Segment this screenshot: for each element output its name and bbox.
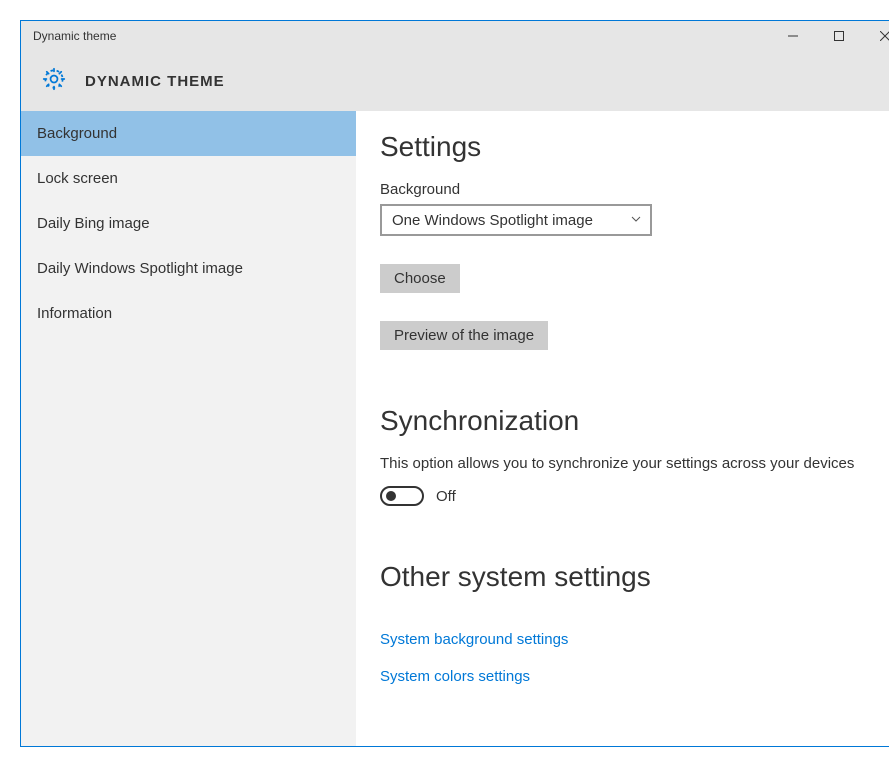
minimize-button[interactable] — [770, 21, 816, 51]
sidebar-item-background[interactable]: Background — [21, 111, 356, 156]
sync-toggle-label: Off — [436, 488, 456, 505]
sync-description: This option allows you to synchronize yo… — [380, 455, 884, 472]
sync-toggle[interactable] — [380, 486, 424, 506]
system-colors-link[interactable]: System colors settings — [380, 668, 884, 685]
other-settings-heading: Other system settings — [380, 561, 884, 593]
toggle-knob — [386, 491, 396, 501]
sidebar-item-label: Daily Windows Spotlight image — [37, 260, 243, 277]
sidebar-item-label: Daily Bing image — [37, 215, 150, 232]
window-title: Dynamic theme — [21, 29, 116, 43]
content-pane: Settings Background One Windows Spotligh… — [356, 111, 889, 746]
settings-heading: Settings — [380, 131, 884, 163]
dropdown-value: One Windows Spotlight image — [392, 212, 593, 229]
chevron-down-icon — [630, 212, 642, 229]
sidebar-item-daily-spotlight[interactable]: Daily Windows Spotlight image — [21, 246, 356, 291]
app-title: DYNAMIC THEME — [85, 73, 225, 90]
background-label: Background — [380, 181, 884, 198]
sidebar-item-label: Information — [37, 305, 112, 322]
sidebar-item-label: Lock screen — [37, 170, 118, 187]
sidebar-item-lock-screen[interactable]: Lock screen — [21, 156, 356, 201]
sidebar-item-information[interactable]: Information — [21, 291, 356, 336]
app-window: Dynamic theme DYNAMIC THEME — [20, 20, 889, 747]
sidebar-item-label: Background — [37, 125, 117, 142]
synchronization-heading: Synchronization — [380, 405, 884, 437]
choose-button[interactable]: Choose — [380, 264, 460, 293]
app-header: DYNAMIC THEME — [21, 51, 889, 111]
system-background-link[interactable]: System background settings — [380, 631, 884, 648]
body-area: Background Lock screen Daily Bing image … — [21, 111, 889, 746]
sidebar: Background Lock screen Daily Bing image … — [21, 111, 356, 746]
titlebar: Dynamic theme — [21, 21, 889, 51]
background-dropdown[interactable]: One Windows Spotlight image — [380, 204, 652, 236]
preview-button[interactable]: Preview of the image — [380, 321, 548, 350]
sidebar-item-daily-bing[interactable]: Daily Bing image — [21, 201, 356, 246]
window-controls — [770, 21, 889, 51]
close-button[interactable] — [862, 21, 889, 51]
sync-toggle-row: Off — [380, 486, 884, 506]
gear-icon — [41, 66, 67, 97]
maximize-button[interactable] — [816, 21, 862, 51]
